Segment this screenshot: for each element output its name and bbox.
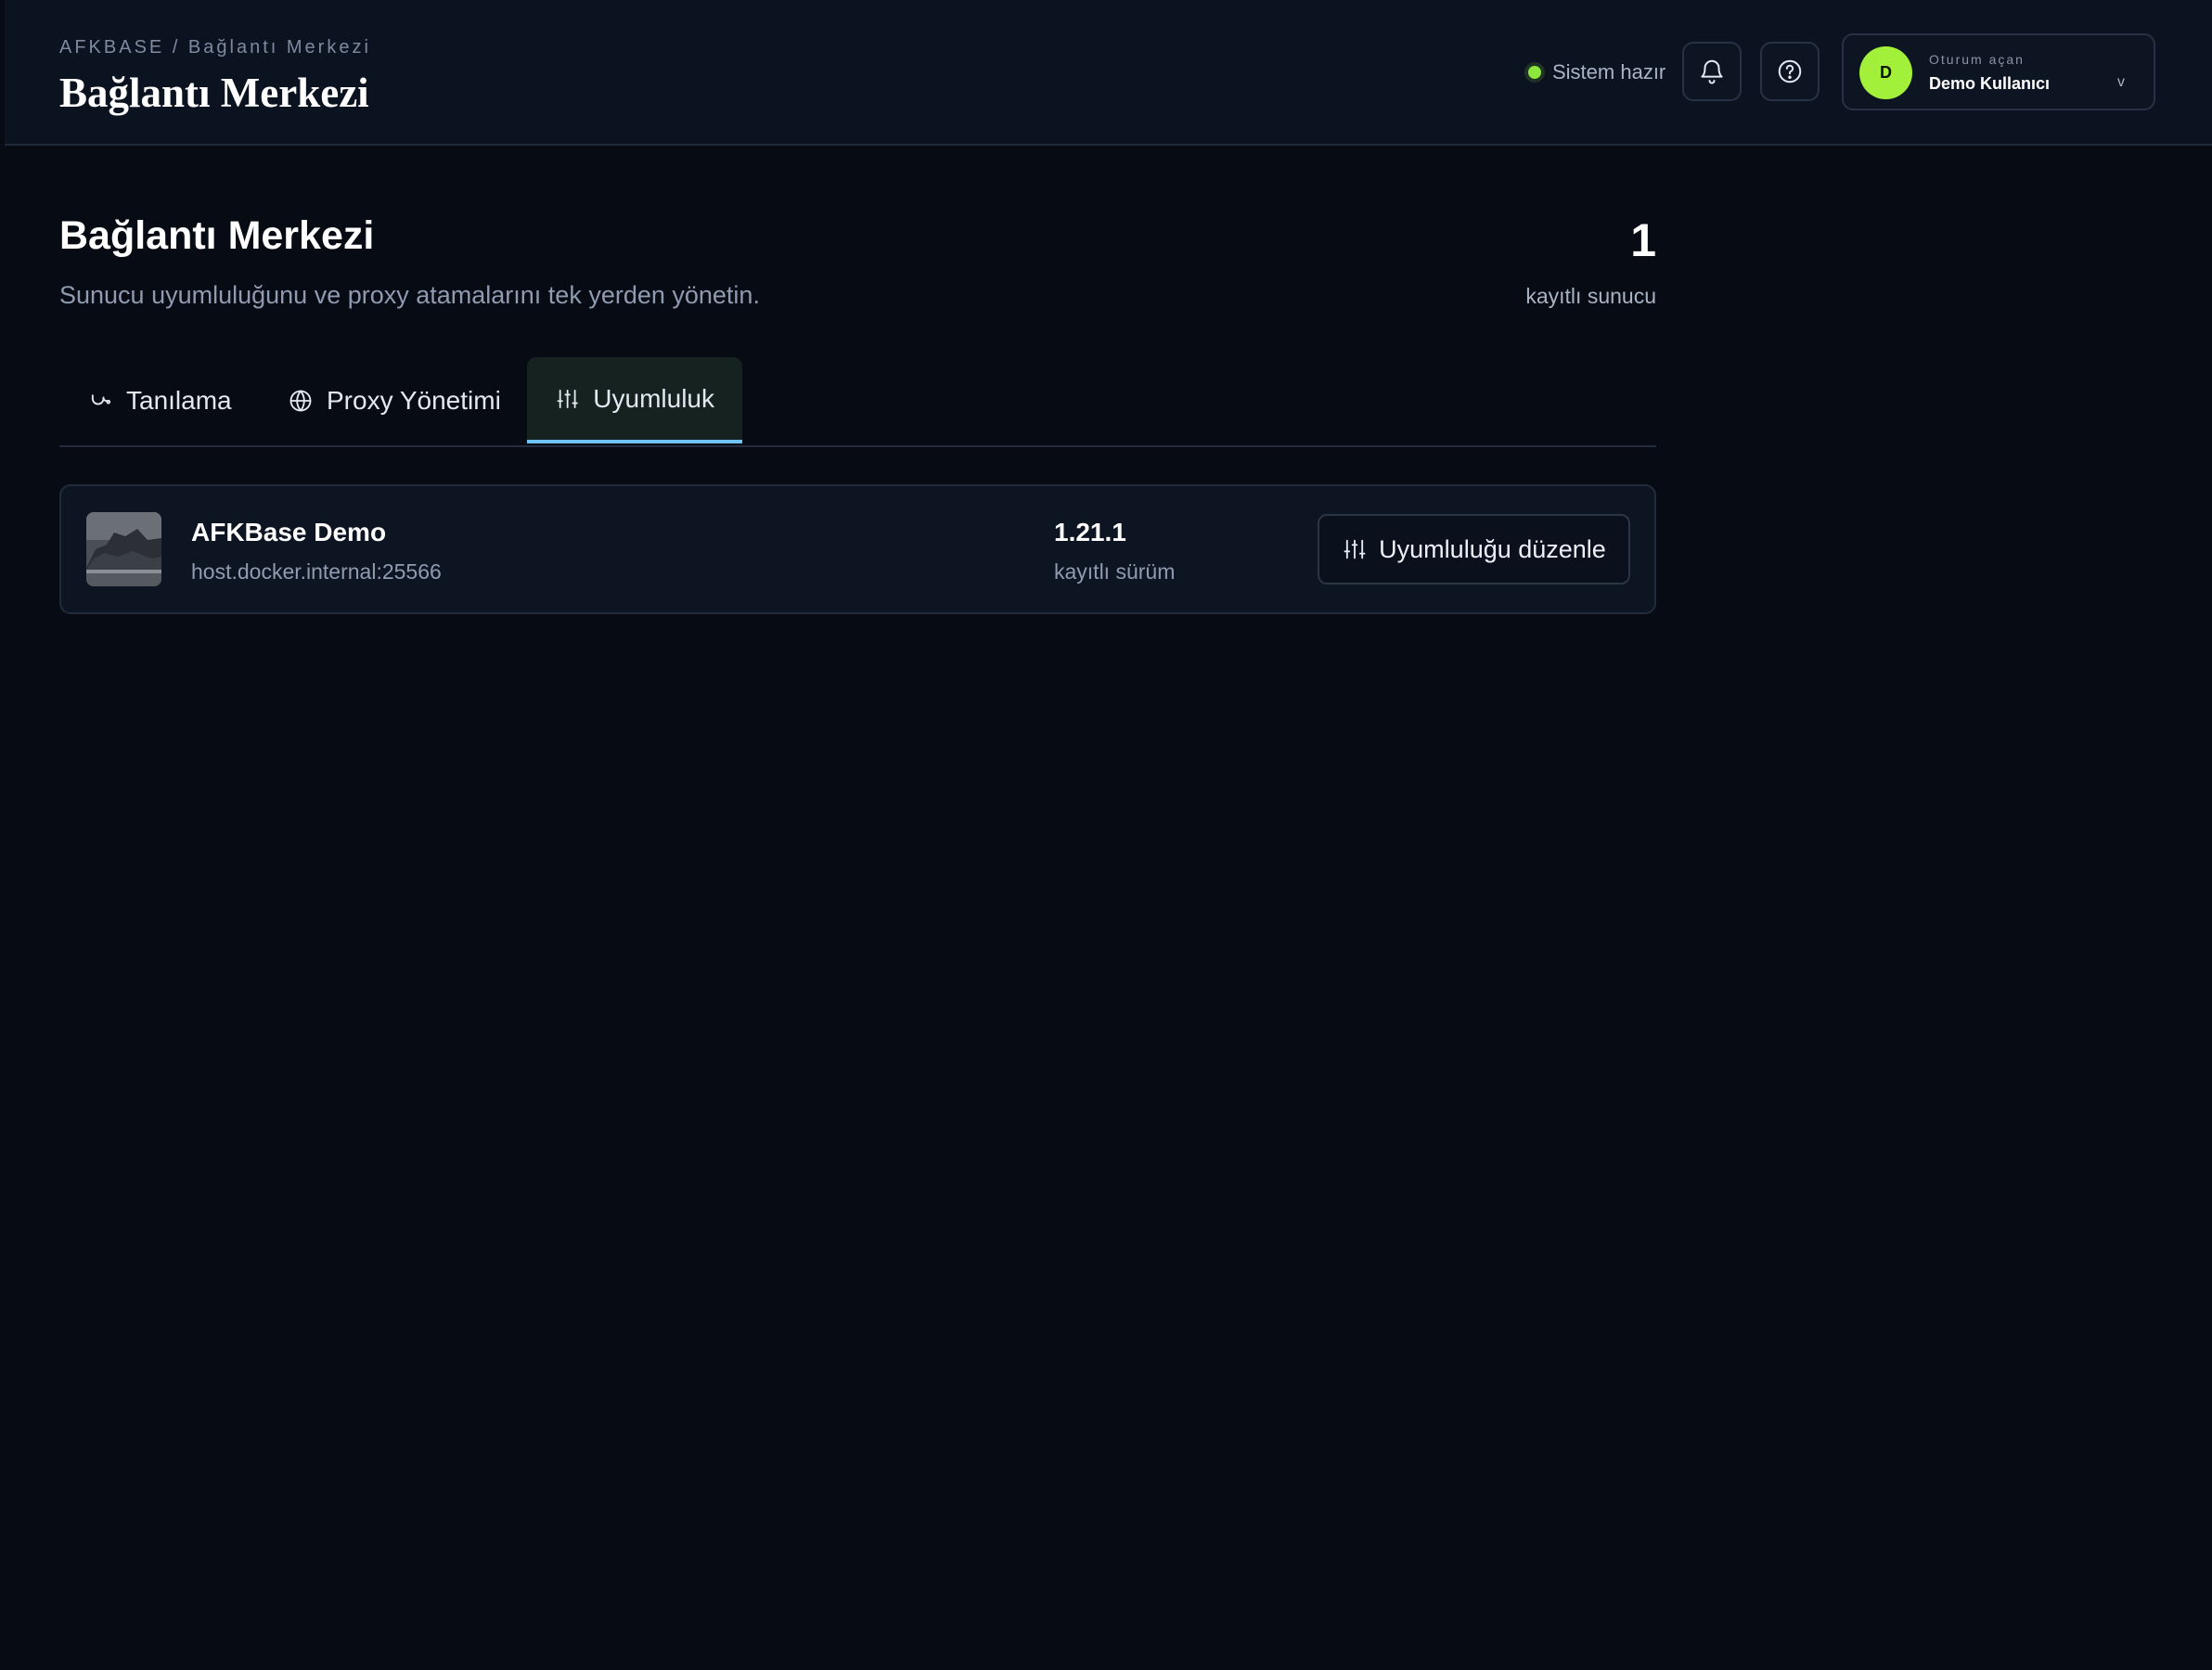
user-menu[interactable]: D Oturum açan Demo Kullanıcı v [1842,33,2155,110]
server-image-icon [86,512,161,586]
server-version-label: kayıtlı sürüm [1054,559,1176,584]
avatar: D [1859,46,1912,99]
system-status: Sistem hazır [1528,58,1665,87]
page-subtitle: Sunucu uyumluluğunu ve proxy atamalarını… [59,281,760,309]
bell-icon [1701,59,1723,84]
server-name: AFKBase Demo [191,518,387,546]
server-count: 1 [1630,214,1656,266]
status-text: Sistem hazır [1552,60,1666,84]
sliders-icon [1344,539,1366,559]
chevron-down-icon: v [2117,74,2125,90]
tab-label: Uyumluluk [593,383,714,413]
notifications-button[interactable] [1682,42,1742,101]
user-name: Demo Kullanıcı [1929,74,2051,93]
tab-label: Proxy Yönetimi [327,385,501,415]
sliders-icon [557,389,578,408]
top-bar: AFKBASE / Bağlantı Merkezi Bağlantı Merk… [5,0,2212,146]
help-circle-icon [1778,59,1802,84]
tab-compatibility[interactable]: Uyumluluk [527,357,742,443]
edit-compatibility-button[interactable]: Uyumluluğu düzenle [1318,514,1630,584]
tab-proxy-management[interactable]: Proxy Yönetimi [260,357,551,443]
tab-label: Tanılama [126,385,232,415]
page-title: Bağlantı Merkezi [59,213,375,258]
server-version: 1.21.1 [1054,518,1126,546]
help-button[interactable] [1760,42,1820,101]
breadcrumb: AFKBASE / Bağlantı Merkezi [59,37,371,58]
user-caption: Oturum açan [1929,52,2025,67]
server-host: host.docker.internal:25566 [191,559,442,584]
server-thumbnail [86,512,161,586]
server-count-label: kayıtlı sunucu [1525,284,1656,308]
status-dot-icon [1528,66,1541,79]
tab-diagnostics[interactable]: Tanılama [59,357,267,443]
edit-compatibility-label: Uyumluluğu düzenle [1379,534,1606,563]
globe-icon [289,390,312,411]
server-card: AFKBase Demo host.docker.internal:25566 … [59,484,1656,614]
stethoscope-icon [91,393,111,405]
header-title: Bağlantı Merkezi [59,70,369,116]
tab-bar: Tanılama Proxy Yönetimi Uyumluluk [59,357,1656,447]
